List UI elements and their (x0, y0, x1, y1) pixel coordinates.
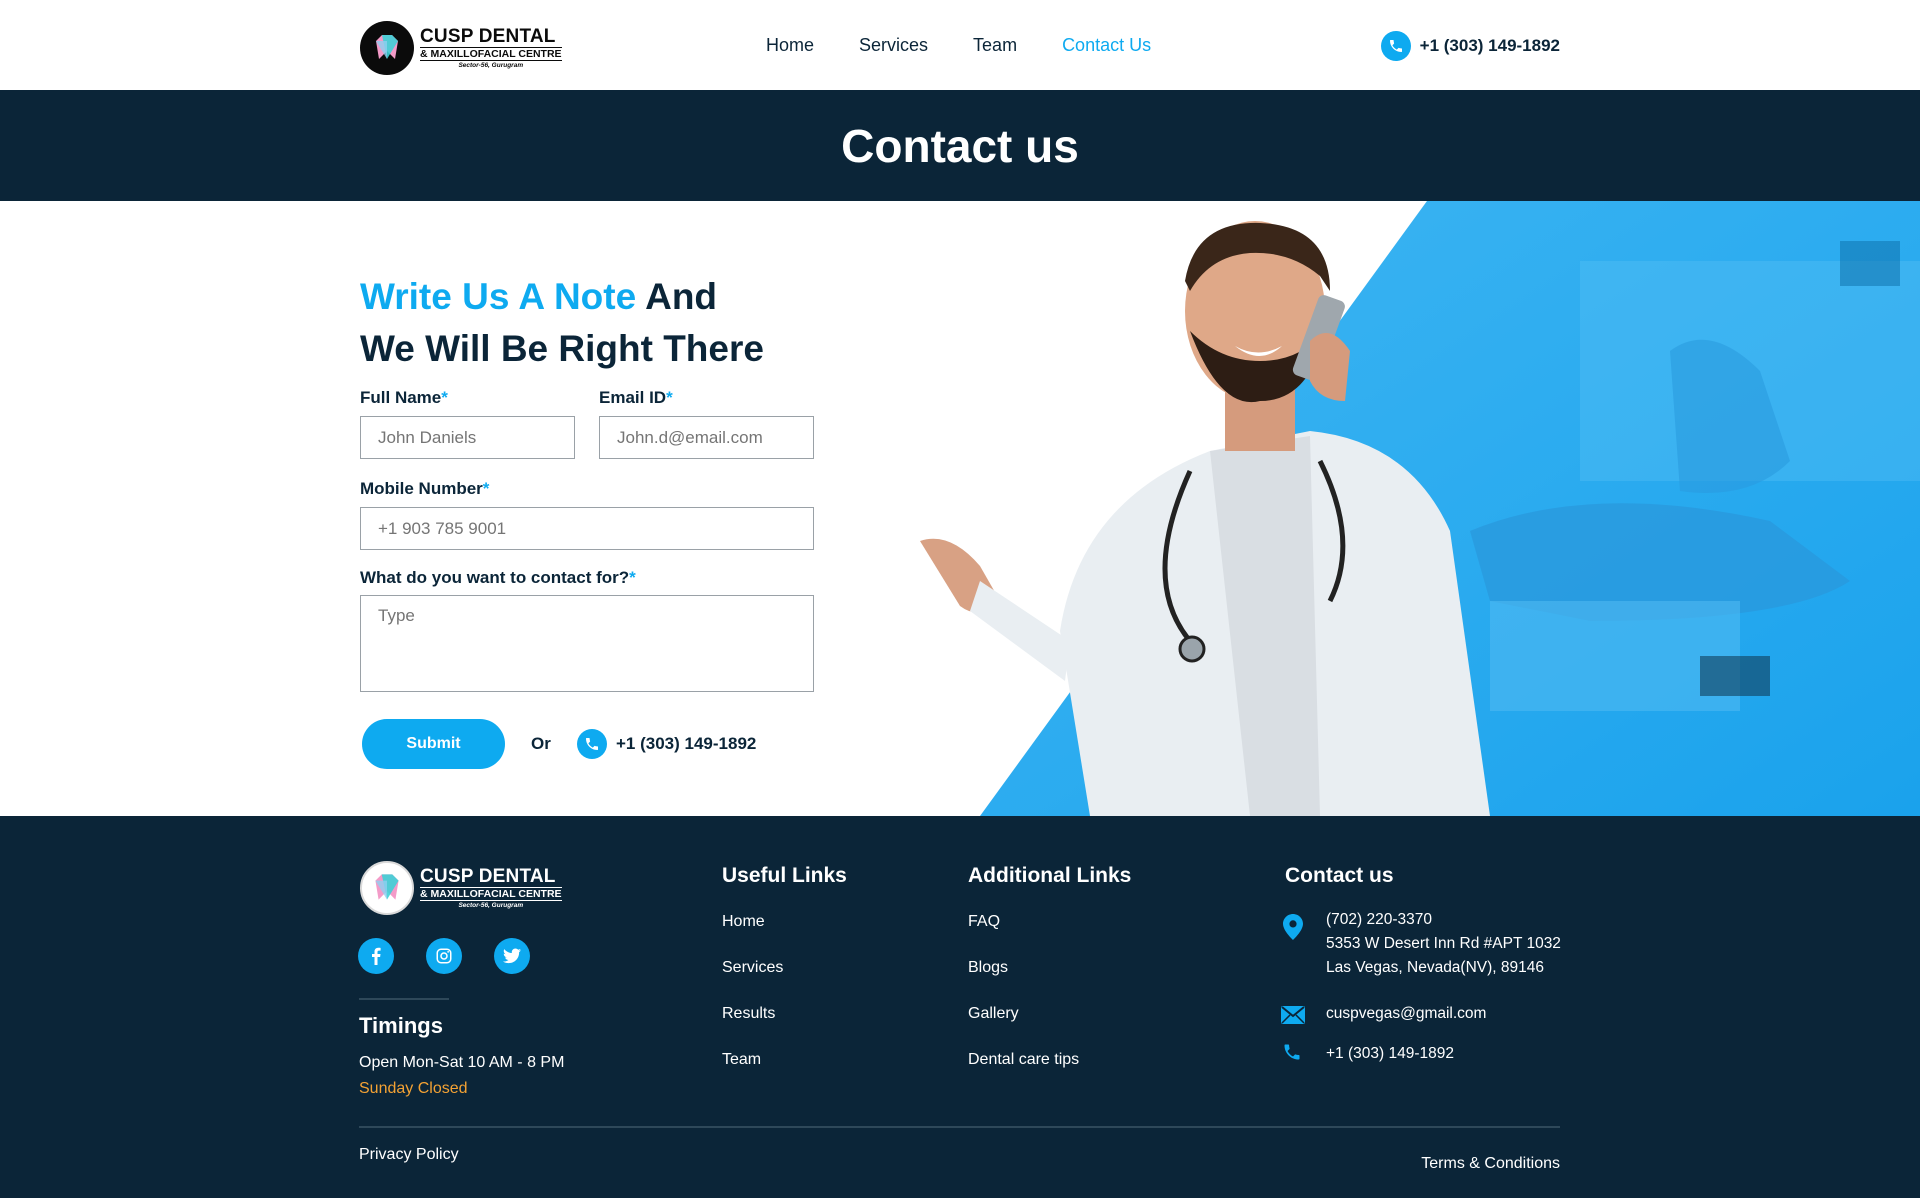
terms-link[interactable]: Terms & Conditions (1421, 1155, 1560, 1173)
form-heading-rest-2: We Will Be Right There (360, 328, 764, 369)
instagram-icon[interactable] (426, 938, 462, 974)
brand-location: Sector-56, Gurugram (458, 62, 524, 69)
main-nav: Home Services Team Contact Us (766, 35, 1196, 56)
form-phone-link[interactable]: +1 (303) 149-1892 (577, 729, 756, 759)
footer-brand-logo[interactable]: CUSP DENTAL & MAXILLOFACIAL CENTRE Secto… (360, 861, 562, 915)
site-header: CUSP DENTAL & MAXILLOFACIAL CENTRE Secto… (0, 0, 1920, 90)
footer-brand-name: CUSP DENTAL (420, 865, 556, 887)
footer-link-dental-care-tips[interactable]: Dental care tips (968, 1051, 1079, 1069)
footer-phone-link[interactable]: +1 (303) 149-1892 (1326, 1042, 1454, 1066)
timings-title: Timings (359, 1013, 443, 1038)
timings-open: Open Mon-Sat 10 AM - 8 PM (359, 1054, 565, 1071)
contact-section: Write Us A Note And We Will Be Right The… (0, 201, 1920, 816)
tooth-logo-icon (360, 21, 414, 75)
form-phone-number: +1 (303) 149-1892 (616, 734, 757, 753)
timings-closed: Sunday Closed (359, 1080, 468, 1097)
brand-name: CUSP DENTAL (420, 25, 556, 47)
twitter-icon[interactable] (494, 938, 530, 974)
privacy-policy-link[interactable]: Privacy Policy (359, 1146, 459, 1164)
location-pin-icon (1283, 914, 1303, 945)
nav-team[interactable]: Team (973, 35, 1017, 56)
footer-link-results[interactable]: Results (722, 1005, 775, 1023)
nav-home[interactable]: Home (766, 35, 814, 56)
tooth-logo-icon (360, 861, 414, 915)
additional-links-title: Additional Links (968, 864, 1132, 887)
mobile-input[interactable] (360, 507, 814, 550)
mail-icon (1281, 1006, 1305, 1029)
footer-brand-subtitle: & MAXILLOFACIAL CENTRE (420, 886, 562, 901)
header-phone-number: +1 (303) 149-1892 (1419, 36, 1560, 55)
footer-contact-title: Contact us (1285, 864, 1394, 887)
doctor-photo (920, 201, 1920, 816)
address-phone: (702) 220-3370 (1326, 911, 1432, 928)
footer-brand-location: Sector-56, Gurugram (458, 902, 524, 909)
form-heading-highlight: Write Us A Note (360, 276, 637, 317)
submit-button[interactable]: Submit (362, 719, 505, 769)
phone-icon (1282, 1042, 1302, 1067)
site-footer: CUSP DENTAL & MAXILLOFACIAL CENTRE Secto… (0, 816, 1920, 1198)
full-name-label: Full Name* (360, 388, 448, 407)
footer-divider-short (359, 998, 449, 1000)
phone-icon (1380, 31, 1411, 61)
brand-subtitle: & MAXILLOFACIAL CENTRE (420, 46, 562, 61)
page-title: Contact us (841, 119, 1079, 172)
address-line-2: Las Vegas, Nevada(NV), 89146 (1326, 959, 1544, 976)
header-phone-link[interactable]: +1 (303) 149-1892 (1380, 31, 1560, 61)
footer-link-home[interactable]: Home (722, 913, 765, 931)
mobile-label: Mobile Number* (360, 479, 490, 498)
nav-contact-us[interactable]: Contact Us (1062, 35, 1151, 56)
footer-link-blogs[interactable]: Blogs (968, 959, 1008, 977)
brand-logo[interactable]: CUSP DENTAL & MAXILLOFACIAL CENTRE Secto… (360, 21, 562, 75)
footer-link-faq[interactable]: FAQ (968, 913, 1000, 931)
nav-services[interactable]: Services (859, 35, 928, 56)
footer-address: (702) 220-3370 5353 W Desert Inn Rd #APT… (1326, 908, 1561, 980)
or-text: Or (531, 734, 551, 753)
footer-link-gallery[interactable]: Gallery (968, 1005, 1019, 1023)
phone-icon (577, 729, 607, 759)
email-label: Email ID* (599, 388, 673, 407)
contact-for-textarea[interactable] (360, 595, 814, 692)
footer-link-services[interactable]: Services (722, 959, 783, 977)
form-heading: Write Us A Note And We Will Be Right The… (360, 271, 764, 375)
form-heading-rest-1: And (645, 276, 718, 317)
footer-divider (359, 1126, 1560, 1128)
facebook-icon[interactable] (358, 938, 394, 974)
useful-links-title: Useful Links (722, 864, 847, 887)
contact-for-label: What do you want to contact for?* (360, 568, 636, 587)
page-title-band: Contact us (0, 90, 1920, 201)
footer-email-link[interactable]: cuspvegas@gmail.com (1326, 1002, 1486, 1026)
full-name-input[interactable] (360, 416, 575, 459)
email-input[interactable] (599, 416, 814, 459)
address-line-1: 5353 W Desert Inn Rd #APT 1032 (1326, 935, 1561, 952)
footer-link-team[interactable]: Team (722, 1051, 761, 1069)
